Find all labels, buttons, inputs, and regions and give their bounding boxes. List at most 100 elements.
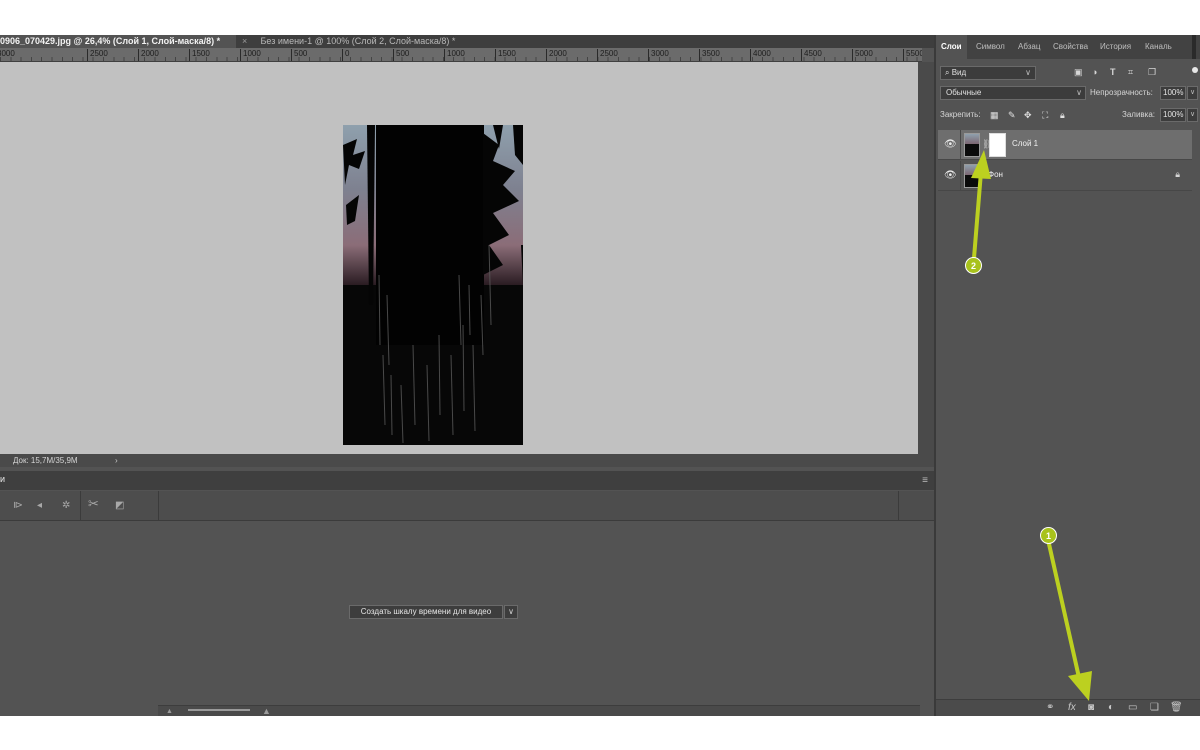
doc-size-readout: Док: 15,7M/35,9M — [13, 456, 78, 465]
tab-active-label: 0906_070429.jpg @ 26,4% (Слой 1, Слой-ма… — [0, 36, 221, 46]
step-back-icon[interactable]: ◂ — [37, 499, 42, 513]
trash-icon[interactable]: 🗑︎ — [1170, 702, 1183, 714]
panel-scrollbar[interactable] — [1192, 35, 1196, 59]
chevron-down-icon[interactable]: ∨ — [1187, 108, 1198, 122]
new-layer-icon[interactable]: ❏ — [1150, 702, 1159, 714]
ruler-label: 500 — [291, 49, 307, 61]
ruler-label: 3000 — [648, 49, 669, 61]
panel-menu-icon[interactable]: ≡ — [922, 475, 928, 486]
new-adjustment-layer-icon[interactable]: ◐ — [1108, 702, 1114, 714]
timeline-zoom-bar: ▲ ▲ — [158, 705, 920, 716]
row-divider — [960, 161, 961, 191]
ruler-label: 1000 — [240, 49, 261, 61]
layer-row-background[interactable]: 👁︎ Фон 🔒︎ — [938, 161, 1192, 191]
vertical-scrollbar[interactable] — [918, 62, 934, 454]
zoom-in-mountain-icon[interactable]: ▲ — [262, 706, 271, 716]
chevron-down-icon: ∨ — [1025, 68, 1031, 77]
fx-icon[interactable]: fx — [1068, 702, 1076, 714]
zoom-slider[interactable] — [188, 709, 250, 711]
layer-thumbnail[interactable] — [964, 164, 980, 188]
layer-name: Слой 1 — [1012, 139, 1039, 148]
layer-thumbnail[interactable] — [964, 133, 980, 157]
blend-mode-value: Обычные — [946, 88, 982, 97]
tab-paragraph[interactable]: Абзац — [1018, 35, 1040, 59]
panel-tab-bar: Слои Символ Абзац Свойства История Канал… — [936, 35, 1200, 59]
document-image[interactable] — [343, 125, 523, 445]
blend-row: Обычные ∨ Непрозрачность: 100% ∨ — [938, 86, 1200, 100]
lock-icon: 🔒︎ — [1175, 169, 1180, 179]
lock-position-icon[interactable]: ✥ — [1024, 108, 1032, 122]
close-icon[interactable]: × — [242, 35, 252, 48]
settings-gear-icon[interactable]: ✲ — [62, 499, 70, 513]
search-icon: ⌕ — [945, 68, 950, 77]
tab-active-document[interactable]: 0906_070429.jpg @ 26,4% (Слой 1, Слой-ма… — [0, 35, 236, 48]
chevron-down-icon[interactable]: ∨ — [504, 605, 518, 619]
new-group-folder-icon[interactable]: ▭ — [1128, 702, 1137, 714]
zoom-out-mountain-icon[interactable]: ▲ — [166, 708, 173, 715]
layer-kind-value: Вид — [951, 68, 967, 77]
ruler-label: 1000 — [444, 49, 465, 61]
photoshop-window: 0906_070429.jpg @ 26,4% (Слой 1, Слой-ма… — [0, 35, 1200, 716]
layer-name: Фон — [988, 170, 1003, 179]
ruler-label: 1500 — [495, 49, 516, 61]
chevron-down-icon: ∨ — [1076, 88, 1082, 97]
transition-icon[interactable]: ◩ — [115, 499, 124, 513]
thumbnail-image — [965, 134, 979, 144]
layers-panel-footer: ⚭ fx ◙ ◐ ▭ ❏ 🗑︎ — [936, 699, 1200, 716]
ruler-label: 2000 — [138, 49, 159, 61]
toolbar-divider — [158, 491, 159, 521]
tab-properties[interactable]: Свойства — [1053, 35, 1088, 59]
tab-character[interactable]: Символ — [976, 35, 1005, 59]
status-bar: Док: 15,7M/35,9M › — [0, 454, 934, 467]
lock-image-pixels-icon[interactable]: ✎ — [1008, 108, 1016, 122]
ruler-label: 2500 — [597, 49, 618, 61]
pixel-filter-icon[interactable]: ▣ — [1074, 67, 1083, 78]
ruler-label: 4500 — [801, 49, 822, 61]
go-to-first-frame-icon[interactable]: ⧐ — [13, 499, 23, 513]
layer-row-layer-1[interactable]: 👁︎ ⛓ Слой 1 — [938, 130, 1192, 160]
eye-icon[interactable]: 👁︎ — [944, 170, 957, 181]
link-layers-icon[interactable]: ⚭ — [1046, 702, 1054, 714]
ruler-label: 3500 — [699, 49, 720, 61]
thumbnail-image — [965, 165, 979, 175]
create-video-timeline-button[interactable]: Создать шкалу времени для видео — [349, 605, 503, 619]
timeline-toolbar: ⧐ ◂ ✲ ✂ ◩ — [0, 491, 934, 521]
filter-toggle-icon[interactable] — [1192, 67, 1198, 73]
smart-object-filter-icon[interactable]: ❐ — [1148, 67, 1156, 78]
scissors-icon[interactable]: ✂ — [88, 497, 99, 511]
ruler-label: 3000 — [0, 49, 15, 61]
image-foliage — [343, 125, 523, 444]
add-layer-mask-icon[interactable]: ◙ — [1088, 702, 1094, 714]
timeline-panel-title: и — [0, 474, 6, 484]
ruler-label: 1500 — [189, 49, 210, 61]
lock-all-icon[interactable]: 🔒︎ — [1060, 108, 1065, 122]
tab-inactive-label: Без имени-1 @ 100% (Слой 2, Слой-маска/8… — [260, 36, 456, 46]
fill-input[interactable]: 100% — [1160, 108, 1186, 122]
tab-channels[interactable]: Каналь — [1145, 35, 1172, 59]
layers-panel: Слои Символ Абзац Свойства История Канал… — [934, 35, 1200, 716]
layer-kind-filter[interactable]: ⌕ Вид ∨ — [940, 66, 1036, 80]
ruler-label: 4000 — [750, 49, 771, 61]
ruler-label: 5500 — [903, 49, 922, 61]
timeline-panel-header: и ≡ — [0, 471, 934, 490]
tab-untitled-document[interactable]: × Без имени-1 @ 100% (Слой 2, Слой-маска… — [238, 35, 474, 48]
canvas-area[interactable] — [0, 62, 918, 454]
horizontal-ruler[interactable]: 3000 2500 2000 1500 1000 500 0 500 1000 … — [0, 48, 922, 62]
adjustment-filter-icon[interactable]: ◑ — [1092, 67, 1097, 77]
layer-mask-thumbnail[interactable] — [989, 133, 1006, 157]
chevron-down-icon[interactable]: ∨ — [1187, 86, 1198, 100]
type-filter-icon[interactable]: T — [1110, 67, 1116, 77]
eye-icon[interactable]: 👁︎ — [944, 139, 957, 150]
lock-transparent-pixels-icon[interactable]: ▦ — [990, 108, 999, 122]
tab-history[interactable]: История — [1100, 35, 1131, 59]
blend-mode-select[interactable]: Обычные ∨ — [940, 86, 1086, 100]
tab-layers[interactable]: Слои — [936, 35, 967, 59]
prevent-autonest-icon[interactable]: ⛶ — [1042, 108, 1048, 122]
lock-row: Закрепить: ▦ ✎ ✥ ⛶ 🔒︎ Заливка: 100% ∨ — [938, 108, 1200, 122]
opacity-input[interactable]: 100% — [1160, 86, 1186, 100]
fill-label: Заливка: — [1122, 110, 1156, 119]
layer-filter-row: ⌕ Вид ∨ ▣ ◑ T ⌗ ❐ — [938, 66, 1200, 80]
status-menu-chevron-icon[interactable]: › — [115, 454, 118, 467]
ruler-label: 0 — [342, 49, 349, 61]
shape-filter-icon[interactable]: ⌗ — [1128, 67, 1133, 78]
